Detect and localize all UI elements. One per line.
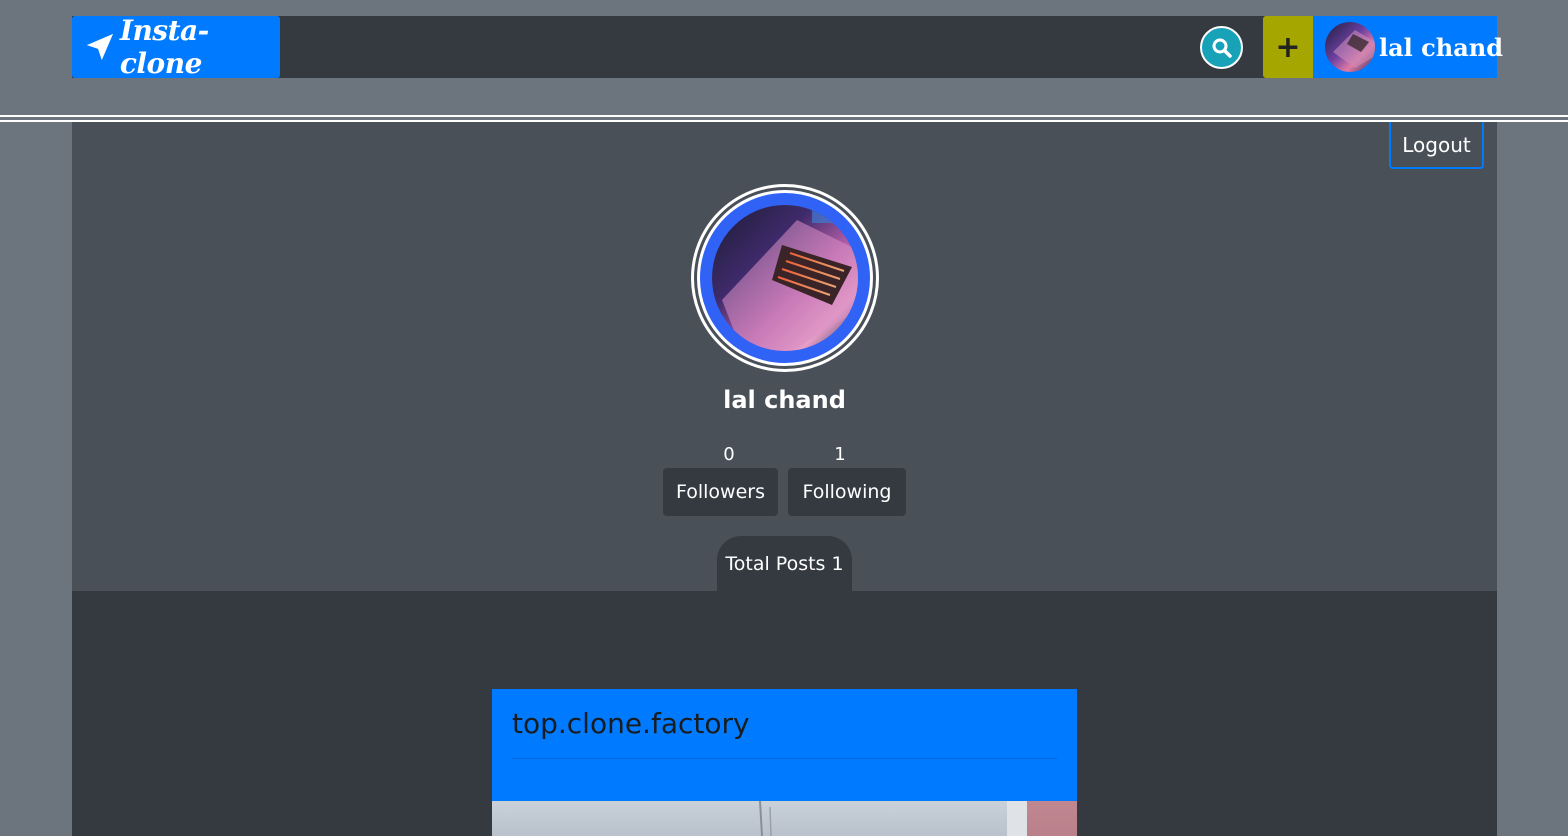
navbar: Insta-clone + lal chand <box>72 14 1503 80</box>
following-count: 1 <box>834 444 846 465</box>
post-image[interactable] <box>492 800 1077 836</box>
user-menu-button[interactable]: lal chand <box>1313 16 1503 78</box>
avatar-frame <box>697 190 873 366</box>
nav-username: lal chand <box>1379 32 1503 62</box>
profile-avatar[interactable] <box>691 184 879 372</box>
logout-button[interactable]: Logout <box>1389 122 1484 169</box>
search-icon <box>1212 38 1232 58</box>
followers-count: 0 <box>723 444 735 465</box>
paper-plane-icon <box>86 33 114 61</box>
post-card: top.clone.factory <box>492 689 1077 836</box>
header-divider <box>0 115 1568 122</box>
post-header-divider <box>512 758 1057 759</box>
profile-section: Logout lal chand 0 Followers 1 Following… <box>72 122 1497 592</box>
brand-link[interactable]: Insta-clone <box>72 14 280 80</box>
following-button[interactable]: Following <box>788 468 906 516</box>
plus-icon: + <box>1275 29 1301 65</box>
search-button[interactable] <box>1200 26 1243 69</box>
add-post-button[interactable]: + <box>1263 16 1313 78</box>
profile-name: lal chand <box>723 386 846 414</box>
total-posts-tab: Total Posts 1 <box>717 536 852 592</box>
posts-area: top.clone.factory <box>72 591 1497 836</box>
followers-button[interactable]: Followers <box>663 468 778 516</box>
profile-photo <box>712 205 858 351</box>
avatar <box>1325 22 1375 72</box>
brand-name: Insta-clone <box>119 14 209 80</box>
post-username[interactable]: top.clone.factory <box>512 707 750 740</box>
